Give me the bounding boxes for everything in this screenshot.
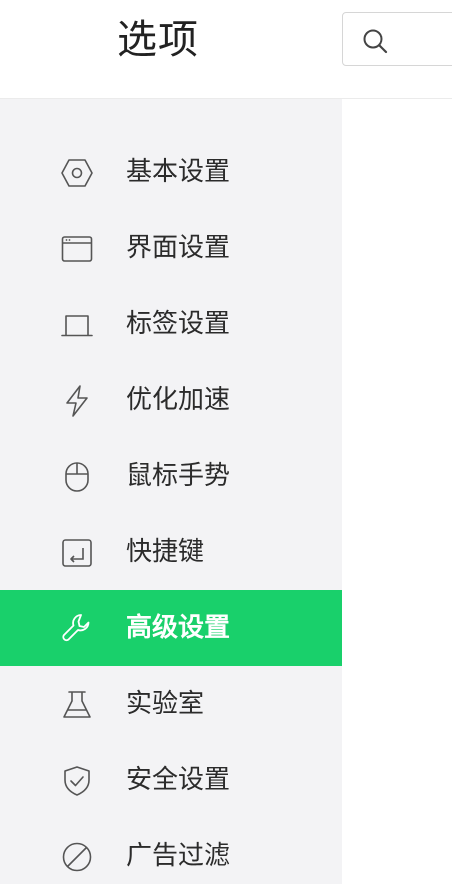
settings-content-area — [342, 99, 452, 884]
sidebar-item-label: 实验室 — [126, 689, 205, 719]
sidebar-nav: 基本设置 界面设置 标签设置 优化加速 鼠标手势 快捷键 高级设置 实验室 安全… — [0, 99, 342, 884]
flask-icon — [60, 688, 94, 722]
sidebar-item-ad-filter[interactable]: 广告过滤 — [0, 818, 342, 884]
sidebar-item-label: 鼠标手势 — [126, 461, 231, 491]
sidebar-item-label: 高级设置 — [126, 613, 231, 643]
sidebar-item-label: 界面设置 — [126, 233, 231, 263]
sidebar-item-label: 优化加速 — [126, 385, 231, 415]
sidebar-item-basic-settings[interactable]: 基本设置 — [0, 134, 342, 210]
sidebar-item-tab-settings[interactable]: 标签设置 — [0, 286, 342, 362]
sidebar-item-advanced-settings[interactable]: 高级设置 — [0, 590, 342, 666]
shortcut-key-icon — [60, 536, 94, 570]
options-window: 选项 基本设置 界面设置 标签设置 优化加速 鼠标手势 快捷键 高级设置 实验室… — [0, 0, 452, 884]
sidebar-item-security-settings[interactable]: 安全设置 — [0, 742, 342, 818]
sidebar-item-shortcuts[interactable]: 快捷键 — [0, 514, 342, 590]
page-title: 选项 — [117, 17, 199, 63]
sidebar-item-label: 安全设置 — [126, 765, 231, 795]
sidebar-item-interface-settings[interactable]: 界面设置 — [0, 210, 342, 286]
shield-icon — [60, 764, 94, 798]
header: 选项 — [0, 0, 452, 99]
sidebar-item-lab[interactable]: 实验室 — [0, 666, 342, 742]
hexagon-settings-icon — [60, 156, 94, 190]
window-icon — [60, 232, 94, 266]
sidebar-item-label: 广告过滤 — [126, 841, 231, 871]
search-icon — [361, 27, 389, 55]
block-icon — [60, 840, 94, 874]
lightning-icon — [60, 384, 94, 418]
wrench-icon — [60, 612, 94, 646]
sidebar-item-label: 标签设置 — [126, 309, 231, 339]
search-box[interactable] — [342, 12, 452, 66]
search-input[interactable] — [399, 23, 452, 57]
sidebar-item-label: 基本设置 — [126, 157, 231, 187]
sidebar-item-optimize-speed[interactable]: 优化加速 — [0, 362, 342, 438]
mouse-icon — [60, 460, 94, 494]
sidebar-item-label: 快捷键 — [126, 537, 205, 567]
sidebar-item-mouse-gestures[interactable]: 鼠标手势 — [0, 438, 342, 514]
tab-icon — [60, 308, 94, 342]
